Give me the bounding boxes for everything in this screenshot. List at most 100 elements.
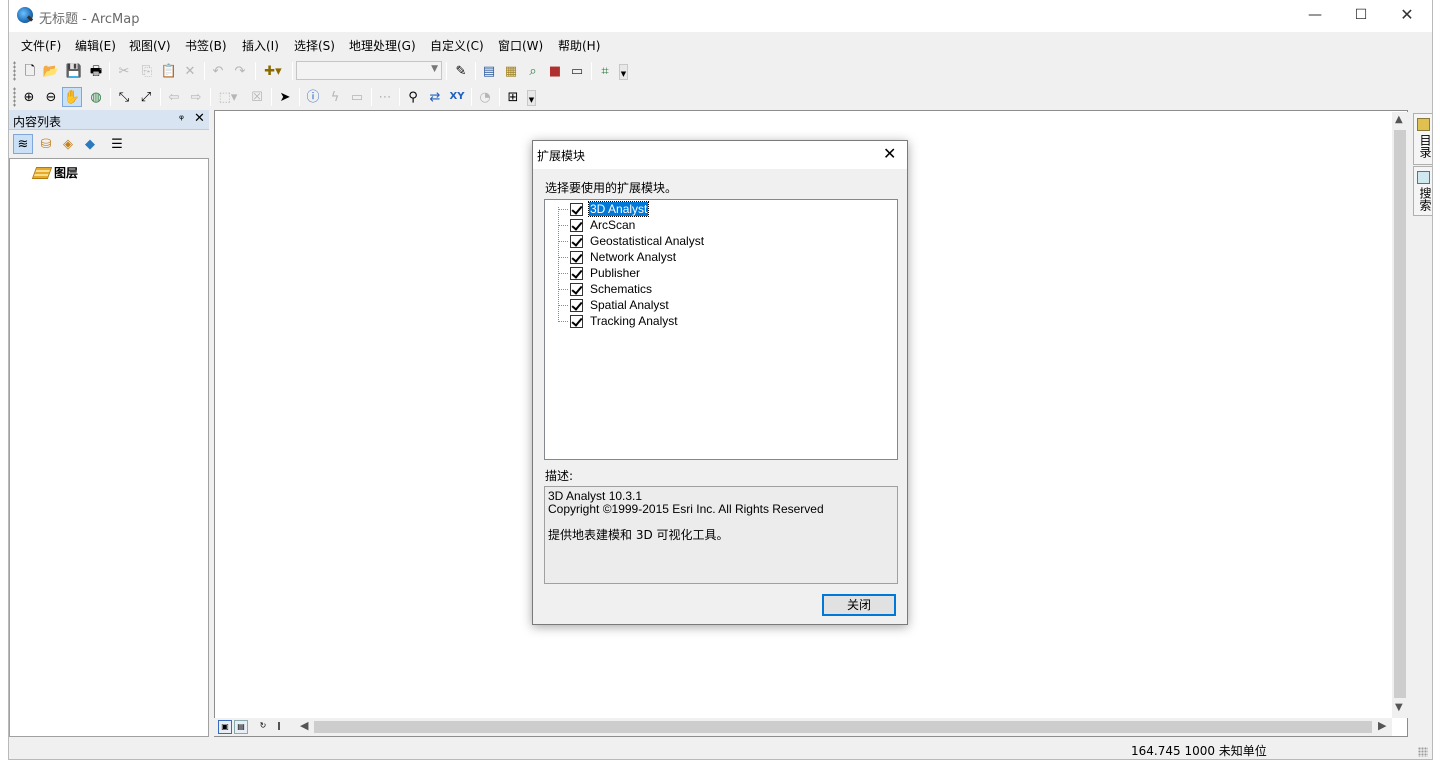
fixed-zoom-in-icon[interactable]: ⤡ [114,87,134,107]
pin-icon[interactable]: ᵠ [179,112,184,126]
search-window-icon[interactable]: ⌕ [523,61,543,81]
html-popup-icon[interactable]: ▭ [347,87,367,107]
window-title: 无标题 - ArcMap [39,12,140,27]
go-to-xy-icon[interactable]: XY [447,87,467,107]
extension-checkbox[interactable] [570,250,583,264]
table-of-contents-icon[interactable]: ▤ [479,61,499,81]
layers-node[interactable]: 图层 [31,164,78,181]
toc-close-button[interactable]: ✕ [194,111,205,126]
arctoolbox-icon[interactable]: ■ [545,61,565,81]
extension-item-network-analyst[interactable]: Network Analyst [558,249,677,265]
editor-toolbar-icon[interactable]: ✎ [451,61,471,81]
extension-item-spatial-analyst[interactable]: Spatial Analyst [558,297,670,313]
extension-item-3d-analyst[interactable]: 3D Analyst [558,201,650,217]
menu-help[interactable]: 帮助(H) [558,37,600,54]
clear-selection-icon[interactable]: ☒ [247,87,267,107]
toolbar-options-button[interactable]: ▼ [619,64,628,80]
undo-icon[interactable]: ↶ [208,61,228,81]
extension-item-tracking-analyst[interactable]: Tracking Analyst [558,313,679,329]
full-extent-icon[interactable]: ◍ [86,87,106,107]
scroll-right-icon[interactable]: ▶ [1378,719,1386,732]
data-view-button[interactable]: ▣ [218,720,232,734]
map-vertical-scrollbar[interactable]: ▲ ▼ [1392,112,1408,718]
refresh-view-icon[interactable]: ↻ [256,720,270,734]
toc-options-icon[interactable]: ☰ [107,134,127,154]
close-window-button[interactable]: ✕ [1384,0,1430,32]
catalog-dock-tab[interactable]: 目录 [1413,113,1432,165]
toolbar-options-button[interactable]: ▼ [527,90,536,106]
time-slider-icon[interactable]: ◔ [475,87,495,107]
extension-checkbox[interactable] [570,202,583,216]
select-elements-icon[interactable]: ➤ [275,87,295,107]
scroll-up-icon[interactable]: ▲ [1395,114,1403,125]
redo-icon[interactable]: ↷ [230,61,250,81]
menu-customize[interactable]: 自定义(C) [430,37,484,54]
extension-item-schematics[interactable]: Schematics [558,281,653,297]
layers-icon [31,166,53,179]
list-by-visibility-icon[interactable]: ◈ [58,134,78,154]
horizontal-scroll-thumb[interactable] [314,721,1372,733]
hyperlink-icon[interactable]: ϟ [325,87,345,107]
toolbar-separator [210,88,211,106]
extension-checkbox[interactable] [570,282,583,296]
select-features-icon[interactable]: ⬚▾ [214,87,242,107]
scroll-left-icon[interactable]: ◀ [300,719,308,732]
menu-windows[interactable]: 窗口(W) [498,37,543,54]
delete-icon[interactable]: ✕ [180,61,200,81]
create-viewer-window-icon[interactable]: ⊞ [503,87,523,107]
extension-item-geostatistical-analyst[interactable]: Geostatistical Analyst [558,233,705,249]
catalog-icon[interactable]: ▦ [501,61,521,81]
paste-icon[interactable]: 📋 [159,61,179,81]
list-by-selection-icon[interactable]: ◆ [80,134,100,154]
cut-icon[interactable]: ✂ [114,61,134,81]
measure-icon[interactable]: ⋯ [375,87,395,107]
extension-item-arcscan[interactable]: ArcScan [558,217,636,233]
menu-geoprocessing[interactable]: 地理处理(G) [349,37,416,54]
menu-edit[interactable]: 编辑(E) [75,37,116,54]
fixed-zoom-out-icon[interactable]: ⤢ [136,87,156,107]
list-by-source-icon[interactable]: ⛁ [36,134,56,154]
copy-icon[interactable]: ⎘ [137,61,157,81]
pause-drawing-icon[interactable]: ‖ [272,720,286,734]
dialog-close-icon[interactable]: ✕ [883,144,896,163]
zoom-in-icon[interactable]: ⊕ [19,87,39,107]
layout-view-button[interactable]: ▤ [234,720,248,734]
python-icon[interactable]: ▭ [567,61,587,81]
extension-checkbox[interactable] [570,266,583,280]
list-by-drawing-order-icon[interactable]: ≋ [13,134,33,154]
save-icon[interactable]: 💾 [64,61,84,81]
identify-icon[interactable]: ⓘ [303,87,323,107]
minimize-button[interactable]: — [1292,0,1338,32]
menu-view[interactable]: 视图(V) [129,37,171,54]
print-icon[interactable]: 🖶 [86,61,106,81]
open-folder-icon[interactable]: 📂 [41,61,61,81]
extension-checkbox[interactable] [570,314,583,328]
extension-checkbox[interactable] [570,234,583,248]
close-button[interactable]: 关闭 [822,594,896,616]
menu-bookmarks[interactable]: 书签(B) [185,37,227,54]
map-scale-combo[interactable]: ▼ [296,61,442,80]
extension-checkbox[interactable] [570,298,583,312]
menu-selection[interactable]: 选择(S) [294,37,335,54]
search-dock-tab[interactable]: 搜索 [1413,166,1432,216]
resize-grip[interactable] [1418,747,1428,757]
toolbar-grip[interactable] [13,61,16,81]
forward-extent-icon[interactable]: ⇨ [186,87,206,107]
find-icon[interactable]: ⚲ [403,87,423,107]
extension-checkbox[interactable] [570,218,583,232]
menu-file[interactable]: 文件(F) [21,37,61,54]
model-builder-icon[interactable]: ⌗ [595,61,615,81]
zoom-out-icon[interactable]: ⊖ [41,87,61,107]
new-document-icon[interactable]: 🗋 [20,61,40,81]
scroll-down-icon[interactable]: ▼ [1395,702,1403,713]
back-extent-icon[interactable]: ⇦ [164,87,184,107]
pan-icon[interactable]: ✋ [62,87,82,107]
extension-item-publisher[interactable]: Publisher [558,265,641,281]
menu-insert[interactable]: 插入(I) [242,37,279,54]
maximize-button[interactable]: ☐ [1338,0,1384,32]
add-data-icon[interactable]: ✚▾ [259,61,287,81]
dialog-title-bar[interactable]: 扩展模块 ✕ [533,141,907,169]
toolbar-grip[interactable] [13,87,16,107]
scroll-thumb[interactable] [1394,130,1406,698]
find-route-icon[interactable]: ⇄ [425,87,445,107]
